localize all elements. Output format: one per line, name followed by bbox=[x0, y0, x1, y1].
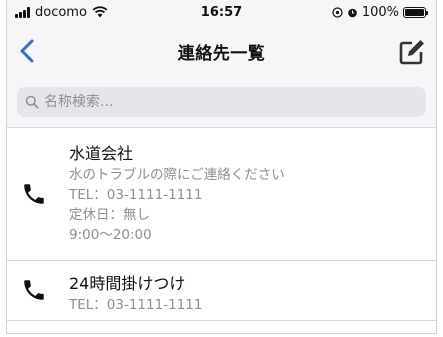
wifi-icon bbox=[92, 6, 108, 18]
status-bar: docomo 16:57 100% bbox=[7, 0, 436, 24]
contact-row-24h[interactable]: 24時間掛けつけ TEL：03-1111-1111 bbox=[7, 261, 436, 321]
alarm-icon bbox=[348, 8, 357, 17]
compose-button[interactable] bbox=[398, 38, 426, 66]
location-icon bbox=[332, 6, 343, 18]
back-button[interactable] bbox=[17, 38, 39, 64]
contact-details: 水道会社 水のトラブルの際にご連絡ください TEL：03-1111-1111 定… bbox=[69, 143, 285, 245]
page-title: 連絡先一覧 bbox=[177, 43, 266, 64]
status-left: docomo bbox=[15, 5, 108, 20]
search-input[interactable] bbox=[44, 94, 404, 110]
contact-tel: TEL：03-1111-1111 bbox=[69, 297, 203, 313]
contact-name: 24時間掛けつけ bbox=[69, 274, 186, 293]
signal-icon bbox=[15, 6, 30, 18]
app-frame: docomo 16:57 100% 連絡先一覧 名称検索... 水道会社 水のト… bbox=[6, 0, 437, 334]
search-bar bbox=[7, 78, 436, 128]
contact-holiday: 定休日：無し bbox=[69, 207, 150, 223]
contact-note: 水のトラブルの際にご連絡ください bbox=[69, 167, 285, 183]
contact-name: 水道会社 bbox=[69, 144, 134, 163]
carrier-name: docomo bbox=[35, 4, 87, 20]
battery-percent: 100% bbox=[361, 4, 399, 20]
contact-hours: 9:00〜20:00 bbox=[69, 227, 152, 243]
contact-row-suido[interactable]: 水道会社 水のトラブルの際にご連絡ください TEL：03-1111-1111 定… bbox=[7, 128, 436, 261]
battery-icon bbox=[403, 6, 428, 18]
phone-icon bbox=[24, 184, 44, 204]
status-right: 100% bbox=[332, 4, 428, 20]
battery-fill bbox=[405, 8, 424, 16]
search-box[interactable] bbox=[17, 87, 426, 117]
navigation-bar: 連絡先一覧 bbox=[7, 24, 436, 78]
contact-details: 24時間掛けつけ TEL：03-1111-1111 bbox=[69, 273, 202, 315]
contact-list: 水道会社 水のトラブルの際にご連絡ください TEL：03-1111-1111 定… bbox=[7, 128, 436, 321]
status-time: 16:57 bbox=[200, 4, 243, 20]
search-icon bbox=[25, 95, 39, 109]
contact-tel: TEL：03-1111-1111 bbox=[69, 187, 203, 203]
phone-icon bbox=[24, 280, 44, 300]
